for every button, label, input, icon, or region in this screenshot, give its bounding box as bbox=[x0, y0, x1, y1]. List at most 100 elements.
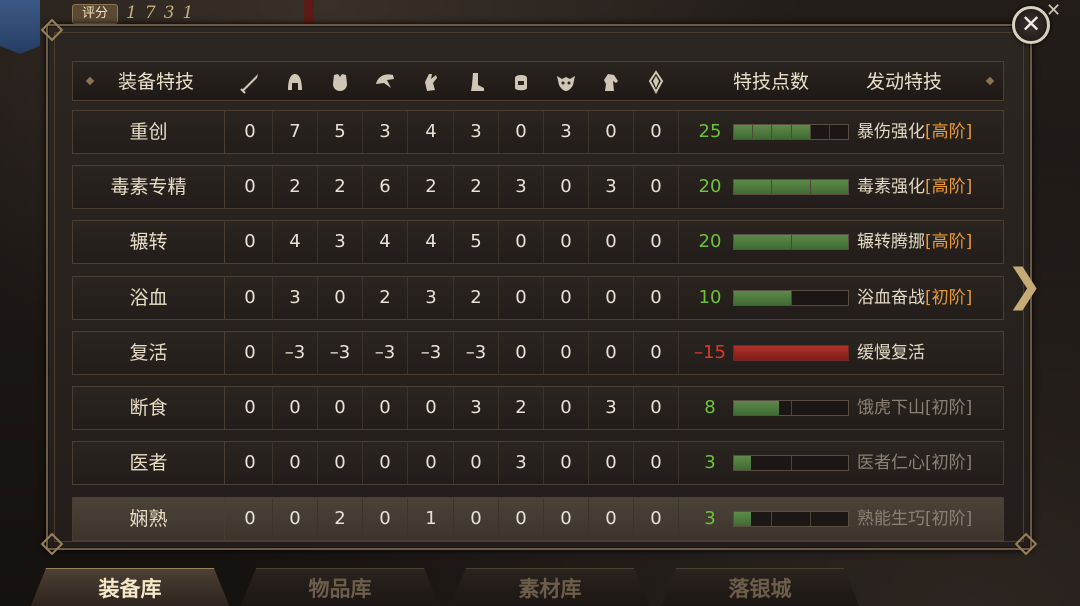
slot-value: 7 bbox=[273, 111, 318, 153]
progress-segment bbox=[791, 235, 848, 249]
tab-materials[interactable]: 素材库 bbox=[450, 568, 650, 606]
activated-skill: 辗转腾挪[高阶] bbox=[857, 221, 1003, 263]
diamond-icon bbox=[85, 76, 95, 86]
skill-row[interactable]: 娴熟 0 0 2 0 1 0 0 0 0 0 3 熟能生巧[初阶] bbox=[72, 497, 1004, 541]
bottom-tab-bar: 装备库 物品库 素材库 落银城 bbox=[0, 566, 1080, 606]
slot-value: 0 bbox=[273, 387, 318, 429]
slot-value: 0 bbox=[454, 442, 499, 484]
slot-value: 3 bbox=[499, 442, 544, 484]
slot-value: 4 bbox=[409, 221, 454, 263]
skill-points: 3 bbox=[704, 452, 716, 473]
slot-value: 3 bbox=[273, 277, 318, 319]
activated-skill: 缓慢复活 bbox=[857, 332, 1003, 374]
slot-value: –3 bbox=[409, 332, 454, 374]
skill-progress-bar bbox=[733, 290, 849, 306]
skill-name: 断食 bbox=[73, 387, 225, 429]
skill-points: 20 bbox=[698, 231, 722, 252]
slot-value: 0 bbox=[544, 332, 589, 374]
next-page-arrow-icon[interactable]: ❯ bbox=[1006, 264, 1043, 310]
slot-value: 2 bbox=[273, 166, 318, 208]
progress-segment bbox=[772, 125, 792, 139]
diamond-icon bbox=[985, 76, 995, 86]
top-decor bbox=[304, 0, 314, 26]
slot-value: 0 bbox=[589, 442, 634, 484]
slot-value: 6 bbox=[363, 166, 408, 208]
activated-skill-name: 毒素强化 bbox=[857, 177, 925, 197]
skill-row[interactable]: 复活 0 –3 –3 –3 –3 –3 0 0 0 0 –15 缓慢复活 bbox=[72, 331, 1004, 375]
skill-name: 医者 bbox=[73, 442, 225, 484]
slot-value: 2 bbox=[454, 166, 499, 208]
skill-row[interactable]: 断食 0 0 0 0 0 3 2 0 3 0 8 饿虎下山[初阶] bbox=[72, 386, 1004, 430]
table-header: 装备特技 特技点数 发动特技 bbox=[72, 61, 1004, 101]
glove-icon bbox=[419, 70, 443, 94]
activated-skill: 浴血奋战[初阶] bbox=[857, 277, 1003, 319]
slot-value: 0 bbox=[363, 387, 408, 429]
slot-value: 0 bbox=[499, 332, 544, 374]
progress-segment bbox=[734, 456, 792, 470]
progress-segment bbox=[772, 512, 811, 526]
progress-segment bbox=[791, 125, 811, 139]
progress-segment bbox=[792, 291, 849, 305]
slot-value: 3 bbox=[589, 387, 634, 429]
slot-value: 0 bbox=[634, 111, 679, 153]
slot-value: 3 bbox=[544, 111, 589, 153]
slot-value: 0 bbox=[228, 221, 273, 263]
progress-fill bbox=[734, 456, 751, 470]
progress-segment bbox=[792, 401, 849, 415]
slot-value: 3 bbox=[454, 387, 499, 429]
slot-value: 4 bbox=[273, 221, 318, 263]
progress-segment bbox=[810, 180, 848, 194]
slot-value: 0 bbox=[318, 277, 363, 319]
skill-tier: [初阶] bbox=[925, 453, 973, 473]
slot-value: 0 bbox=[228, 111, 273, 153]
skill-progress-bar bbox=[733, 455, 849, 471]
slot-value: 0 bbox=[544, 277, 589, 319]
slot-value: 0 bbox=[228, 442, 273, 484]
skill-name: 辗转 bbox=[73, 221, 225, 263]
skill-points: 10 bbox=[698, 287, 722, 308]
skill-progress-bar bbox=[733, 124, 849, 140]
progress-segment bbox=[772, 180, 811, 194]
skill-row[interactable]: 浴血 0 3 0 2 3 2 0 0 0 0 10 浴血奋战[初阶] bbox=[72, 276, 1004, 320]
progress-fill bbox=[734, 401, 780, 415]
slot-value: 0 bbox=[499, 221, 544, 263]
slot-value: 0 bbox=[589, 111, 634, 153]
skill-progress-bar bbox=[733, 345, 849, 361]
slot-value: 0 bbox=[634, 332, 679, 374]
slot-value: 0 bbox=[409, 387, 454, 429]
skill-points: 8 bbox=[704, 397, 716, 418]
slot-value: 0 bbox=[544, 387, 589, 429]
slot-value: 2 bbox=[363, 277, 408, 319]
progress-segment bbox=[753, 125, 773, 139]
skill-name: 重创 bbox=[73, 111, 225, 153]
activated-skill-name: 暴伤强化 bbox=[857, 122, 925, 142]
tab-equipment[interactable]: 装备库 bbox=[30, 568, 230, 606]
skill-row[interactable]: 辗转 0 4 3 4 4 5 0 0 0 0 20 辗转腾挪[高阶] bbox=[72, 220, 1004, 264]
slot-value: 0 bbox=[634, 442, 679, 484]
slot-value: 0 bbox=[499, 277, 544, 319]
slot-value: 0 bbox=[454, 498, 499, 540]
activated-skill: 暴伤强化[高阶] bbox=[857, 111, 1003, 153]
slot-value: 0 bbox=[634, 387, 679, 429]
slot-value: 0 bbox=[228, 332, 273, 374]
tab-city[interactable]: 落银城 bbox=[660, 568, 860, 606]
header-active-skill: 发动特技 bbox=[865, 71, 942, 93]
slot-value: 0 bbox=[634, 221, 679, 263]
slot-value: 3 bbox=[363, 111, 408, 153]
skill-points: –15 bbox=[694, 342, 726, 363]
skill-row[interactable]: 重创 0 7 5 3 4 3 0 3 0 0 25 暴伤强化[高阶] bbox=[72, 110, 1004, 154]
horse-icon bbox=[599, 70, 623, 94]
slot-value: 2 bbox=[499, 387, 544, 429]
slot-value: 0 bbox=[589, 277, 634, 319]
tab-items[interactable]: 物品库 bbox=[240, 568, 440, 606]
slot-value: 2 bbox=[318, 498, 363, 540]
collapse-icon[interactable]: ✕ bbox=[1046, 0, 1080, 21]
skill-tier: [初阶] bbox=[925, 509, 973, 529]
close-button[interactable]: ✕ bbox=[1012, 6, 1050, 44]
skill-progress-bar bbox=[733, 400, 849, 416]
skill-row[interactable]: 医者 0 0 0 0 0 0 3 0 0 0 3 医者仁心[初阶] bbox=[72, 441, 1004, 485]
slot-value: 0 bbox=[634, 166, 679, 208]
skill-row[interactable]: 毒素专精 0 2 2 6 2 2 3 0 3 0 20 毒素强化[高阶] bbox=[72, 165, 1004, 209]
slot-value: 0 bbox=[544, 442, 589, 484]
belt-icon bbox=[509, 70, 533, 94]
